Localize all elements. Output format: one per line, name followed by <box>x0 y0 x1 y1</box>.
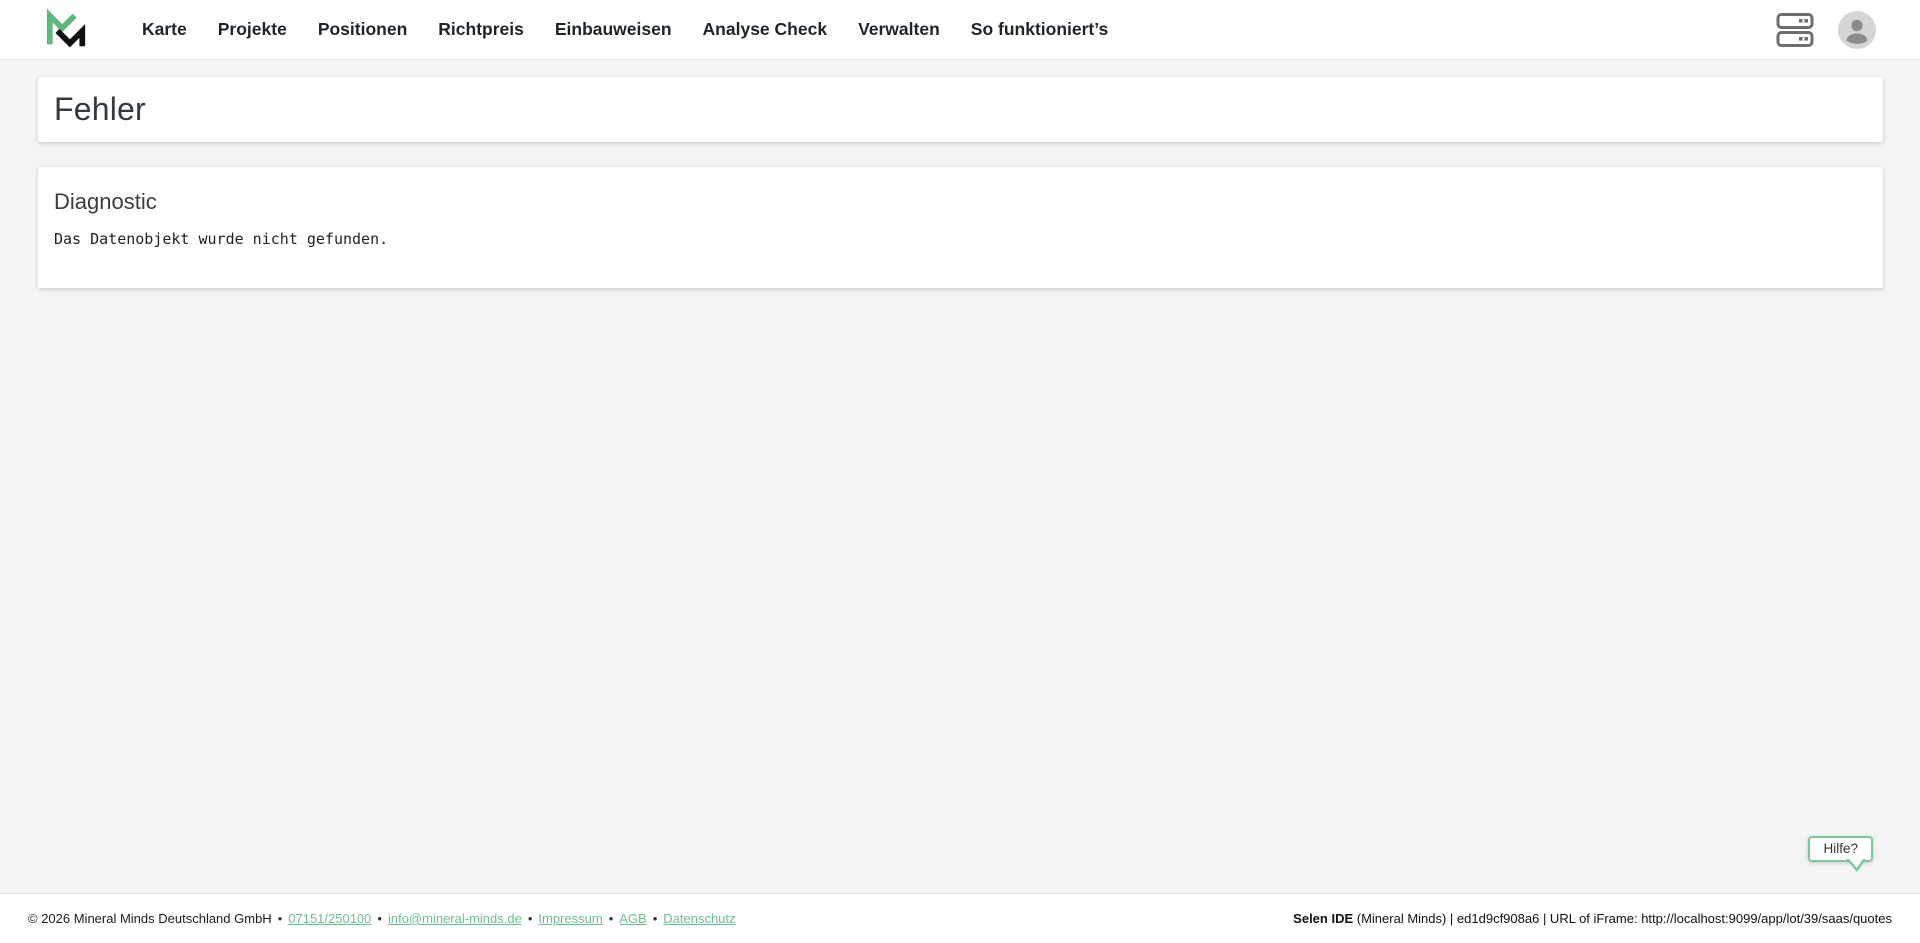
error-title-card: Fehler <box>38 77 1883 142</box>
help-button[interactable]: Hilfe? <box>1808 836 1873 862</box>
footer-link-agb[interactable]: AGB <box>619 911 646 926</box>
user-avatar-icon <box>1838 11 1876 49</box>
copyright-text: © 2026 Mineral Minds Deutschland GmbH <box>28 911 272 926</box>
header-actions <box>1776 11 1876 49</box>
diagnostic-heading: Diagnostic <box>54 189 1867 215</box>
nav-item-positionen[interactable]: Positionen <box>318 19 407 40</box>
main-content: Fehler Diagnostic Das Datenobjekt wurde … <box>0 60 1920 893</box>
main-nav: Karte Projekte Positionen Richtpreis Ein… <box>142 19 1108 40</box>
system-name: Selen IDE <box>1293 911 1353 926</box>
footer-separator: • <box>528 911 533 926</box>
page-title: Fehler <box>54 91 1867 128</box>
help-button-label: Hilfe? <box>1823 841 1858 856</box>
footer-link-datenschutz[interactable]: Datenschutz <box>663 911 735 926</box>
app-header: Karte Projekte Positionen Richtpreis Ein… <box>0 0 1920 60</box>
nav-item-analyse-check[interactable]: Analyse Check <box>703 19 828 40</box>
nav-item-richtpreis[interactable]: Richtpreis <box>438 19 524 40</box>
user-menu-button[interactable] <box>1838 11 1876 49</box>
footer-legal: © 2026 Mineral Minds Deutschland GmbH • … <box>28 911 736 926</box>
system-details: (Mineral Minds) | ed1d9cf908a6 | URL of … <box>1353 911 1892 926</box>
diagnostic-card: Diagnostic Das Datenobjekt wurde nicht g… <box>38 167 1883 288</box>
footer-link-impressum[interactable]: Impressum <box>538 911 602 926</box>
nav-item-einbauweisen[interactable]: Einbauweisen <box>555 19 672 40</box>
diagnostic-message: Das Datenobjekt wurde nicht gefunden. <box>54 230 1867 248</box>
mineral-minds-logo[interactable] <box>46 9 88 51</box>
footer-system-info: Selen IDE (Mineral Minds) | ed1d9cf908a6… <box>1293 911 1892 926</box>
nav-item-karte[interactable]: Karte <box>142 19 187 40</box>
dns-icon <box>1776 12 1814 48</box>
footer-separator: • <box>653 911 658 926</box>
footer-link-email[interactable]: info@mineral-minds.de <box>388 911 522 926</box>
mineral-minds-logo-icon <box>46 9 88 51</box>
nav-item-verwalten[interactable]: Verwalten <box>858 19 940 40</box>
server-status-button[interactable] <box>1776 12 1814 48</box>
footer-separator: • <box>609 911 614 926</box>
footer-separator: • <box>377 911 382 926</box>
nav-item-so-funktionierts[interactable]: So funktioniert’s <box>971 19 1108 40</box>
footer-separator: • <box>278 911 283 926</box>
footer-link-phone[interactable]: 07151/250100 <box>288 911 371 926</box>
app-footer: © 2026 Mineral Minds Deutschland GmbH • … <box>0 893 1920 943</box>
nav-item-projekte[interactable]: Projekte <box>218 19 287 40</box>
